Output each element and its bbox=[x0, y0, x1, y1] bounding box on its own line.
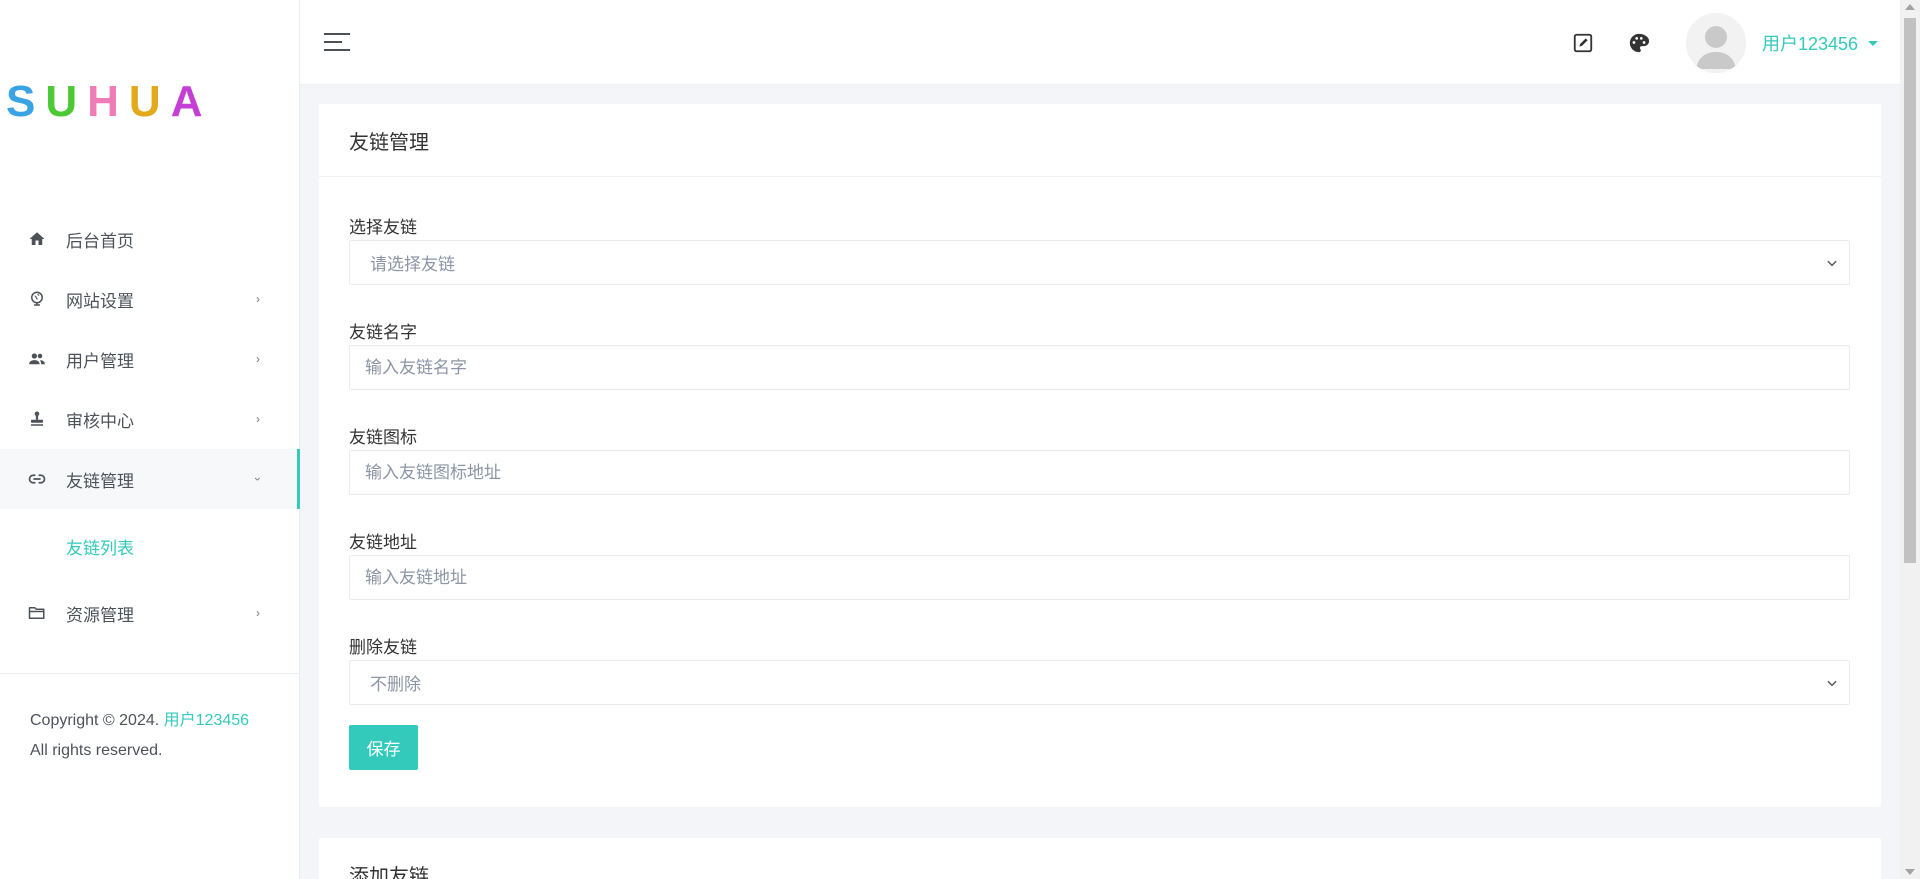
add-link-card: 添加友链 bbox=[319, 838, 1881, 879]
sidebar-item-link-management[interactable]: 友链管理 › bbox=[0, 449, 300, 509]
copyright-suffix: All rights reserved. bbox=[30, 742, 163, 759]
menu-toggle-icon[interactable] bbox=[324, 31, 352, 53]
sidebar-item-user-management[interactable]: 用户管理 › bbox=[0, 329, 300, 389]
link-url-label: 友链地址 bbox=[349, 533, 417, 552]
sidebar-item-label: 审核中心 bbox=[66, 411, 134, 431]
users-icon bbox=[28, 350, 46, 368]
chevron-down-icon: › bbox=[251, 477, 265, 481]
save-button[interactable]: 保存 bbox=[349, 725, 418, 770]
sidebar-nav: 后台首页 网站设置 › 用户管理 › 审核中心 › 友链管理 › 友链列表 资源… bbox=[0, 209, 300, 643]
stamp-icon bbox=[28, 410, 46, 428]
sidebar-item-site-settings[interactable]: 网站设置 › bbox=[0, 269, 300, 329]
sidebar-item-review-center[interactable]: 审核中心 › bbox=[0, 389, 300, 449]
palette-icon[interactable] bbox=[1626, 30, 1652, 56]
delete-link-dropdown[interactable]: 不删除 bbox=[349, 660, 1850, 705]
copyright-prefix: Copyright © 2024. bbox=[30, 712, 160, 729]
link-management-card: 友链管理 选择友链 请选择友链 友链名字 友链图标 友链地址 删除友链 不删除 … bbox=[319, 104, 1881, 807]
link-name-input[interactable] bbox=[349, 345, 1850, 390]
home-icon bbox=[28, 230, 46, 248]
sidebar-item-label: 用户管理 bbox=[66, 351, 134, 371]
chevron-down-icon bbox=[1827, 260, 1837, 266]
sidebar-item-label: 友链管理 bbox=[66, 471, 134, 491]
scrollbar-thumb[interactable] bbox=[1904, 18, 1916, 563]
copyright-user-link[interactable]: 用户123456 bbox=[164, 712, 249, 729]
delete-link-value: 不删除 bbox=[370, 675, 421, 694]
link-icon-url-input[interactable] bbox=[349, 450, 1850, 495]
chevron-down-icon bbox=[1827, 680, 1837, 686]
sidebar: S U H U A 后台首页 网站设置 › 用户管理 › 审核中心 › 友链管理… bbox=[0, 0, 300, 879]
globe-icon bbox=[28, 290, 46, 308]
chevron-right-icon: › bbox=[256, 412, 260, 426]
logo-letter-h: H bbox=[87, 77, 129, 126]
sidebar-item-dashboard[interactable]: 后台首页 bbox=[0, 209, 300, 269]
select-link-dropdown[interactable]: 请选择友链 bbox=[349, 240, 1850, 285]
sidebar-item-label: 后台首页 bbox=[66, 231, 134, 251]
select-link-value: 请选择友链 bbox=[370, 255, 455, 274]
sidebar-item-label: 资源管理 bbox=[66, 605, 134, 625]
link-url-input[interactable] bbox=[349, 555, 1850, 600]
username: 用户123456 bbox=[1762, 34, 1859, 54]
logo-letter-u2: U bbox=[128, 77, 171, 126]
sidebar-divider bbox=[0, 673, 300, 674]
sidebar-item-resource-management[interactable]: 资源管理 › bbox=[0, 583, 300, 643]
page-scrollbar[interactable] bbox=[1900, 0, 1920, 879]
delete-link-label: 删除友链 bbox=[349, 638, 417, 657]
sidebar-item-label: 网站设置 bbox=[66, 291, 134, 311]
link-icon-label: 友链图标 bbox=[349, 428, 417, 447]
logo-letter-u: U bbox=[45, 77, 88, 126]
select-link-label: 选择友链 bbox=[349, 218, 417, 237]
suhua-logo[interactable]: S U H U A bbox=[6, 77, 296, 126]
logo-letter-s: S bbox=[6, 77, 46, 126]
caret-down-icon bbox=[1868, 40, 1879, 46]
scroll-down-icon[interactable] bbox=[1905, 869, 1915, 875]
topbar: 用户123456 bbox=[300, 0, 1900, 85]
card-title: 友链管理 bbox=[319, 104, 1881, 177]
avatar[interactable] bbox=[1686, 13, 1746, 73]
sidebar-subitem-link-list[interactable]: 友链列表 bbox=[0, 509, 300, 583]
user-dropdown[interactable]: 用户123456 bbox=[1762, 30, 1879, 56]
logo-letter-a: A bbox=[170, 77, 213, 126]
scroll-up-icon[interactable] bbox=[1905, 4, 1915, 10]
link-icon bbox=[28, 470, 46, 488]
link-name-label: 友链名字 bbox=[349, 323, 417, 342]
chevron-right-icon: › bbox=[256, 352, 260, 366]
chevron-right-icon: › bbox=[256, 606, 260, 620]
edit-icon[interactable] bbox=[1570, 30, 1596, 56]
chevron-right-icon: › bbox=[256, 292, 260, 306]
folder-icon bbox=[28, 604, 46, 622]
copyright: Copyright © 2024. 用户123456 All rights re… bbox=[30, 706, 249, 766]
card2-title: 添加友链 bbox=[319, 838, 1881, 879]
